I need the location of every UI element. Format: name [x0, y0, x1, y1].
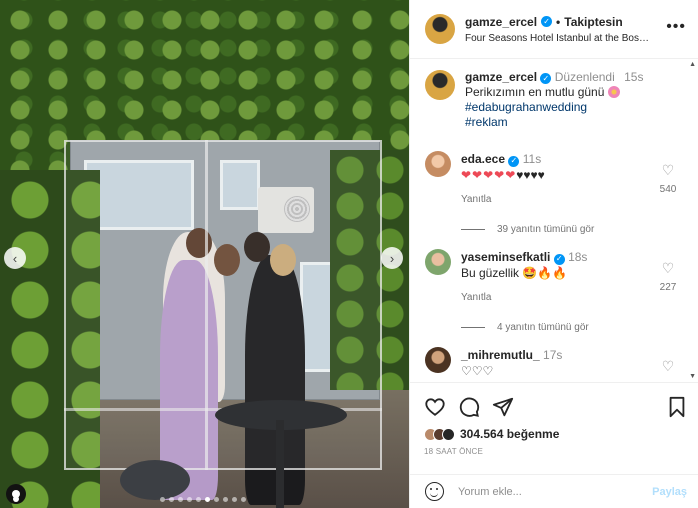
reply-button[interactable]: Yanıtla	[461, 192, 656, 208]
emoji-icon[interactable]	[425, 482, 444, 501]
carousel-dot	[232, 497, 237, 502]
more-icon[interactable]: •••	[666, 18, 686, 36]
username[interactable]: gamze_ercel	[465, 15, 537, 29]
verified-icon: ✓	[553, 253, 565, 265]
scroll-up-icon[interactable]: ▲	[689, 61, 696, 68]
heart-icon[interactable]	[424, 396, 446, 418]
comments-list: gamze_ercel ✓ Düzenlendi 15s Perikızımın…	[410, 60, 698, 382]
comment-text: ♥♥♥♥	[516, 168, 545, 182]
comment-text: ❤❤❤❤❤	[461, 168, 517, 182]
caption: gamze_ercel ✓ Düzenlendi 15s Perikızımın…	[425, 70, 686, 130]
post-actions: 304.564 beğenme 18 SAAT ÖNCE	[410, 382, 698, 456]
post-side-panel: gamze_ercel ✓ • Takiptesin Four Seasons …	[409, 0, 698, 508]
location-link[interactable]: Four Seasons Hotel Istanbul at the Bos…	[465, 33, 665, 44]
carousel-dot	[187, 497, 192, 502]
verified-icon: ✓	[540, 73, 552, 84]
avatar[interactable]	[425, 14, 455, 44]
comment-like-count: 540	[659, 184, 677, 195]
bookmark-icon[interactable]	[667, 396, 687, 418]
carousel-dot	[160, 497, 165, 502]
carousel-dot	[214, 497, 219, 502]
heart-icon[interactable]: ♡	[653, 260, 683, 277]
carousel-dots	[160, 497, 246, 502]
separator-dot: •	[556, 14, 561, 29]
chevron-right-icon[interactable]: ›	[381, 247, 403, 269]
post-photo[interactable]: ‹ ›	[0, 0, 409, 508]
comment-time: 17s	[543, 348, 563, 362]
verified-icon: ✓	[508, 155, 520, 167]
comment-item: eda.ece ✓ 11s ❤❤❤❤❤♥♥♥♥ Yanıtla ♡ 540	[425, 151, 686, 208]
edited-label: Düzenlendi	[554, 70, 615, 84]
carousel-dot	[241, 497, 246, 502]
avatar[interactable]	[425, 347, 451, 373]
verified-icon: ✓	[541, 16, 553, 27]
follow-status[interactable]: Takiptesin	[564, 15, 622, 29]
hashtag-link[interactable]: #reklam	[465, 115, 643, 130]
heart-icon[interactable]: ♡	[653, 162, 683, 179]
caption-time: 15s	[624, 70, 644, 84]
flower-emoji-icon	[607, 86, 620, 98]
post-time-ago: 18 SAAT ÖNCE	[424, 447, 484, 456]
post-comment-button[interactable]: Paylaş	[652, 486, 687, 498]
post-header: gamze_ercel ✓ • Takiptesin Four Seasons …	[410, 0, 698, 59]
comment-username[interactable]: yaseminsefkatli	[461, 250, 550, 264]
reply-button[interactable]: Yanıtla	[461, 290, 656, 306]
comment-item: _mihremutlu_ 17s ♡♡♡ ♡	[425, 347, 686, 379]
caption-text: Perikızımın en mutlu günü	[465, 85, 605, 99]
view-replies-button[interactable]: 39 yanıtın tümünü gör	[461, 224, 686, 235]
avatar[interactable]	[425, 151, 451, 177]
add-comment-bar: Paylaş	[410, 474, 698, 508]
caption-username[interactable]: gamze_ercel	[465, 70, 537, 84]
tag-user-icon[interactable]	[6, 484, 26, 504]
carousel-dot	[223, 497, 228, 502]
comment-text: Bu güzellik	[461, 266, 520, 280]
stool	[120, 460, 190, 500]
comment-emojis: 🤩🔥🔥	[522, 266, 568, 280]
view-replies-button[interactable]: 4 yanıtın tümünü gör	[461, 322, 686, 333]
avatar[interactable]	[425, 249, 451, 275]
comment-username[interactable]: _mihremutlu_	[461, 348, 540, 362]
carousel-dot	[205, 497, 210, 502]
carousel-dot	[196, 497, 201, 502]
chevron-left-icon[interactable]: ‹	[4, 247, 26, 269]
likes-count[interactable]: 304.564 beğenme	[460, 427, 559, 441]
comment-username[interactable]: eda.ece	[461, 152, 505, 166]
comment-input[interactable]	[458, 485, 653, 498]
scroll-down-icon[interactable]: ▼	[689, 373, 696, 380]
heart-icon[interactable]: ♡	[653, 358, 683, 375]
comment-time: 11s	[522, 152, 542, 166]
carousel-dot	[178, 497, 183, 502]
hashtag-link[interactable]: #edabugrahanwedding	[465, 100, 643, 115]
likes-summary[interactable]: 304.564 beğenme	[424, 427, 687, 441]
comment-time: 18s	[568, 250, 588, 264]
mirror-divider	[205, 140, 208, 470]
comment-icon[interactable]	[458, 396, 480, 418]
comment-item: yaseminsefkatli ✓ 18s Bu güzellik 🤩🔥🔥 Ya…	[425, 249, 686, 306]
avatar[interactable]	[425, 70, 455, 100]
table-leg	[276, 420, 284, 508]
comment-text: ♡♡♡	[461, 364, 494, 378]
carousel-dot	[169, 497, 174, 502]
avatar	[442, 427, 455, 441]
comment-like-count: 227	[659, 282, 677, 293]
share-icon[interactable]	[492, 396, 514, 418]
comments-scrollbar[interactable]: ▲ ▼	[689, 60, 698, 382]
